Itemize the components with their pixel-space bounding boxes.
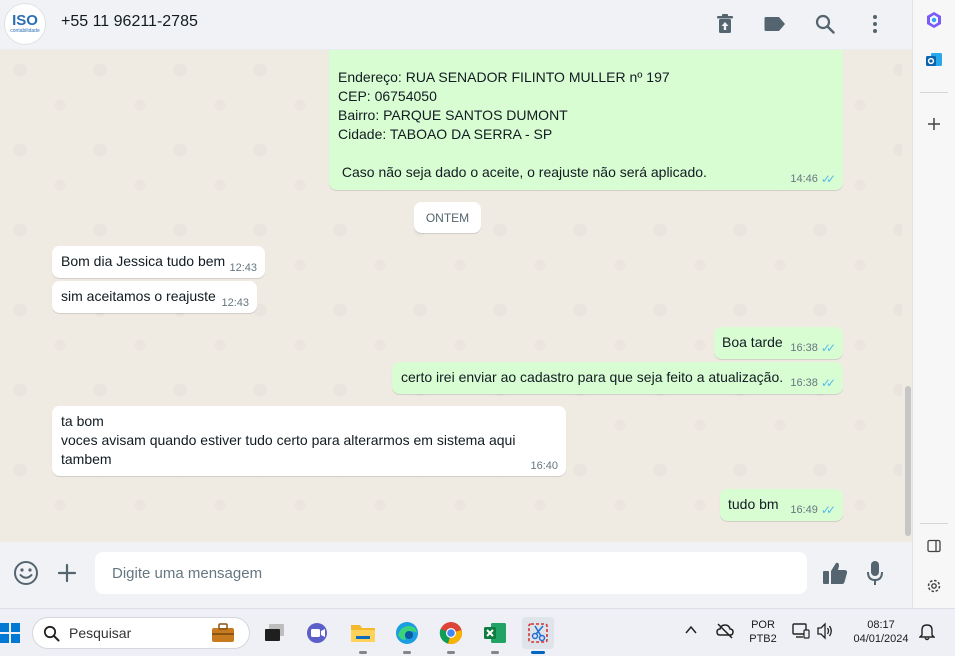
emoji-icon[interactable] — [11, 558, 41, 588]
chat-window: ISO contabilidade +55 11 96211-2785 Ende… — [0, 0, 912, 608]
thumbs-up-icon[interactable] — [820, 558, 850, 588]
add-icon[interactable] — [923, 113, 945, 135]
menu-icon[interactable] — [862, 11, 888, 37]
active-indicator — [531, 651, 545, 654]
message-meta: 16:40 — [530, 460, 558, 472]
system-clock[interactable]: 08:17 04/01/2024 — [846, 618, 916, 646]
message-time: 14:46 — [790, 173, 818, 185]
contact-avatar[interactable]: ISO contabilidade — [4, 3, 46, 45]
task-view-icon[interactable] — [258, 617, 290, 649]
message-list[interactable]: Endereço: RUA SENADOR FILINTO MULLER nº … — [0, 50, 902, 542]
windows-start-icon[interactable] — [0, 617, 26, 649]
delete-chat-icon[interactable] — [712, 11, 738, 37]
language-code: POR — [751, 619, 775, 631]
sidebar-divider — [920, 92, 948, 93]
settings-gear-icon[interactable] — [923, 575, 945, 597]
snipping-tool-icon[interactable] — [522, 617, 554, 654]
date-separator: ONTEM — [414, 202, 481, 233]
message-outgoing[interactable]: certo irei enviar ao cadastro para que s… — [392, 362, 843, 394]
excel-icon[interactable] — [479, 617, 511, 654]
sidebar-toggle-icon[interactable] — [923, 535, 945, 557]
message-text: ta bom voces avisam quando estiver tudo … — [61, 413, 516, 467]
display-icon[interactable] — [792, 622, 810, 645]
edge-browser-icon[interactable] — [391, 617, 423, 654]
message-text: certo irei enviar ao cadastro para que s… — [401, 369, 784, 385]
message-incoming[interactable]: ta bom voces avisam quando estiver tudo … — [52, 406, 566, 476]
chrome-icon[interactable] — [435, 617, 467, 654]
message-meta: 16:49 ✓✓ — [790, 503, 836, 517]
message-time: 16:38 — [790, 377, 818, 389]
message-incoming[interactable]: sim aceitamos o reajuste 12:43 — [52, 281, 257, 313]
microphone-icon[interactable] — [860, 558, 890, 588]
browser-sidebar — [912, 0, 955, 608]
message-input[interactable] — [95, 552, 807, 594]
search-label: Pesquisar — [69, 625, 132, 641]
file-explorer-icon[interactable] — [347, 617, 379, 654]
taskbar-search[interactable]: Pesquisar — [32, 617, 250, 649]
message-meta: 14:46 ✓✓ — [790, 172, 836, 186]
running-indicator — [447, 651, 455, 654]
message-outgoing[interactable]: tudo bm 16:49 ✓✓ — [720, 489, 843, 521]
chat-header: ISO contabilidade +55 11 96211-2785 — [0, 0, 912, 50]
message-time: 16:49 — [790, 504, 818, 516]
message-outgoing[interactable]: Boa tarde 16:38 ✓✓ — [714, 327, 843, 359]
clock-time: 08:17 — [867, 619, 895, 631]
message-text: Endereço: RUA SENADOR FILINTO MULLER nº … — [338, 69, 707, 180]
double-check-icon: ✓✓ — [820, 503, 836, 517]
chevron-up-icon[interactable] — [684, 623, 698, 642]
attach-plus-icon[interactable] — [52, 558, 82, 588]
message-meta: 16:38 ✓✓ — [790, 376, 836, 390]
message-outgoing[interactable]: Endereço: RUA SENADOR FILINTO MULLER nº … — [329, 50, 843, 190]
search-icon — [43, 625, 60, 641]
message-time: 16:38 — [790, 342, 818, 354]
message-composer — [0, 542, 912, 608]
message-time: 12:43 — [221, 297, 249, 309]
teams-meet-icon[interactable] — [302, 617, 334, 649]
language-indicator[interactable]: POR PTB2 — [746, 618, 780, 646]
double-check-icon: ✓✓ — [820, 341, 836, 355]
search-icon[interactable] — [812, 11, 838, 37]
windows-taskbar: Pesquisar POR PTB2 08:17 04/01/2024 — [0, 608, 955, 656]
message-scrollbar[interactable] — [903, 50, 912, 542]
keyboard-layout: PTB2 — [749, 633, 777, 645]
message-incoming[interactable]: Bom dia Jessica tudo bem 12:43 — [52, 246, 265, 278]
briefcase-icon — [211, 623, 235, 648]
label-icon[interactable] — [762, 11, 788, 37]
double-check-icon: ✓✓ — [820, 172, 836, 186]
running-indicator — [359, 651, 367, 654]
network-offline-icon[interactable] — [715, 622, 735, 645]
contact-name[interactable]: +55 11 96211-2785 — [61, 13, 198, 31]
volume-icon[interactable] — [816, 622, 834, 645]
message-meta: 12:43 — [229, 262, 257, 274]
running-indicator — [403, 651, 411, 654]
copilot-icon[interactable] — [923, 9, 945, 31]
avatar-logo-sub: contabilidade — [10, 28, 40, 34]
scrollbar-thumb[interactable] — [905, 386, 911, 536]
message-meta: 16:38 ✓✓ — [790, 341, 836, 355]
notification-bell-icon[interactable] — [918, 623, 936, 646]
avatar-logo: ISO — [12, 12, 38, 29]
message-time: 16:40 — [530, 460, 558, 472]
message-time: 12:43 — [229, 262, 257, 274]
sidebar-divider — [920, 523, 948, 524]
running-indicator — [491, 651, 499, 654]
clock-date: 04/01/2024 — [853, 633, 909, 645]
outlook-icon[interactable] — [923, 49, 945, 71]
double-check-icon: ✓✓ — [820, 376, 836, 390]
message-meta: 12:43 — [221, 297, 249, 309]
